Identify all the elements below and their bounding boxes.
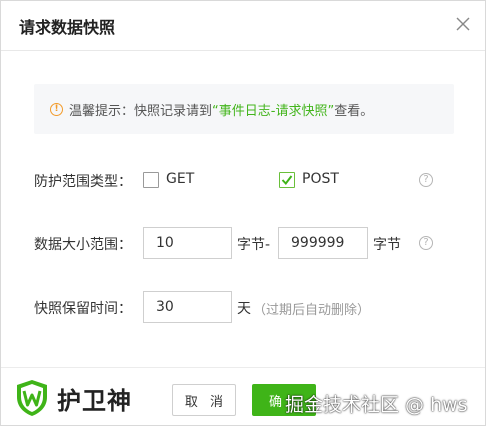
data-size-max-unit: 字节 <box>373 237 401 253</box>
retention-unit: 天 <box>237 301 251 317</box>
brand-name: 护卫神 <box>57 386 132 415</box>
retention-label: 快照保留时间： <box>34 301 132 317</box>
tip-prefix: 温馨提示：快照记录请到 <box>69 103 213 119</box>
close-icon <box>456 17 470 31</box>
event-log-link[interactable]: “事件日志-请求快照” <box>212 100 334 119</box>
tip-suffix: 查看。 <box>334 103 374 119</box>
data-size-help-icon[interactable]: ? <box>419 236 433 250</box>
tip-banner: ! 温馨提示：快照记录请到 “事件日志-请求快照” 查看。 <box>34 84 454 134</box>
data-size-label: 数据大小范围： <box>34 237 132 253</box>
retention-days-input[interactable] <box>143 291 232 323</box>
data-size-max-input[interactable] <box>278 227 368 259</box>
retention-note: （过期后自动删除） <box>253 303 371 318</box>
post-checkbox[interactable] <box>279 172 295 188</box>
protect-type-help-icon[interactable]: ? <box>419 173 433 187</box>
warning-icon: ! <box>50 102 63 116</box>
check-icon <box>281 175 293 186</box>
protect-type-label: 防护范围类型： <box>34 174 132 190</box>
post-checkbox-label: POST <box>302 171 339 187</box>
data-size-min-unit: 字节- <box>237 237 271 253</box>
cancel-button[interactable]: 取 消 <box>172 384 236 416</box>
dialog-title: 请求数据快照 <box>19 18 116 37</box>
close-button[interactable] <box>453 13 473 35</box>
get-checkbox[interactable] <box>143 172 159 188</box>
shield-logo-icon <box>17 380 47 416</box>
watermark-text: 掘金技术社区 @ hws <box>285 394 468 416</box>
brand-logo: 护卫神 <box>15 379 132 417</box>
get-checkbox-label: GET <box>166 171 195 187</box>
data-size-min-input[interactable] <box>143 227 232 259</box>
dialog-header: 请求数据快照 <box>1 1 485 51</box>
snapshot-dialog: 请求数据快照 ! 温馨提示：快照记录请到 “事件日志-请求快照” 查看。 防护范… <box>0 0 486 426</box>
